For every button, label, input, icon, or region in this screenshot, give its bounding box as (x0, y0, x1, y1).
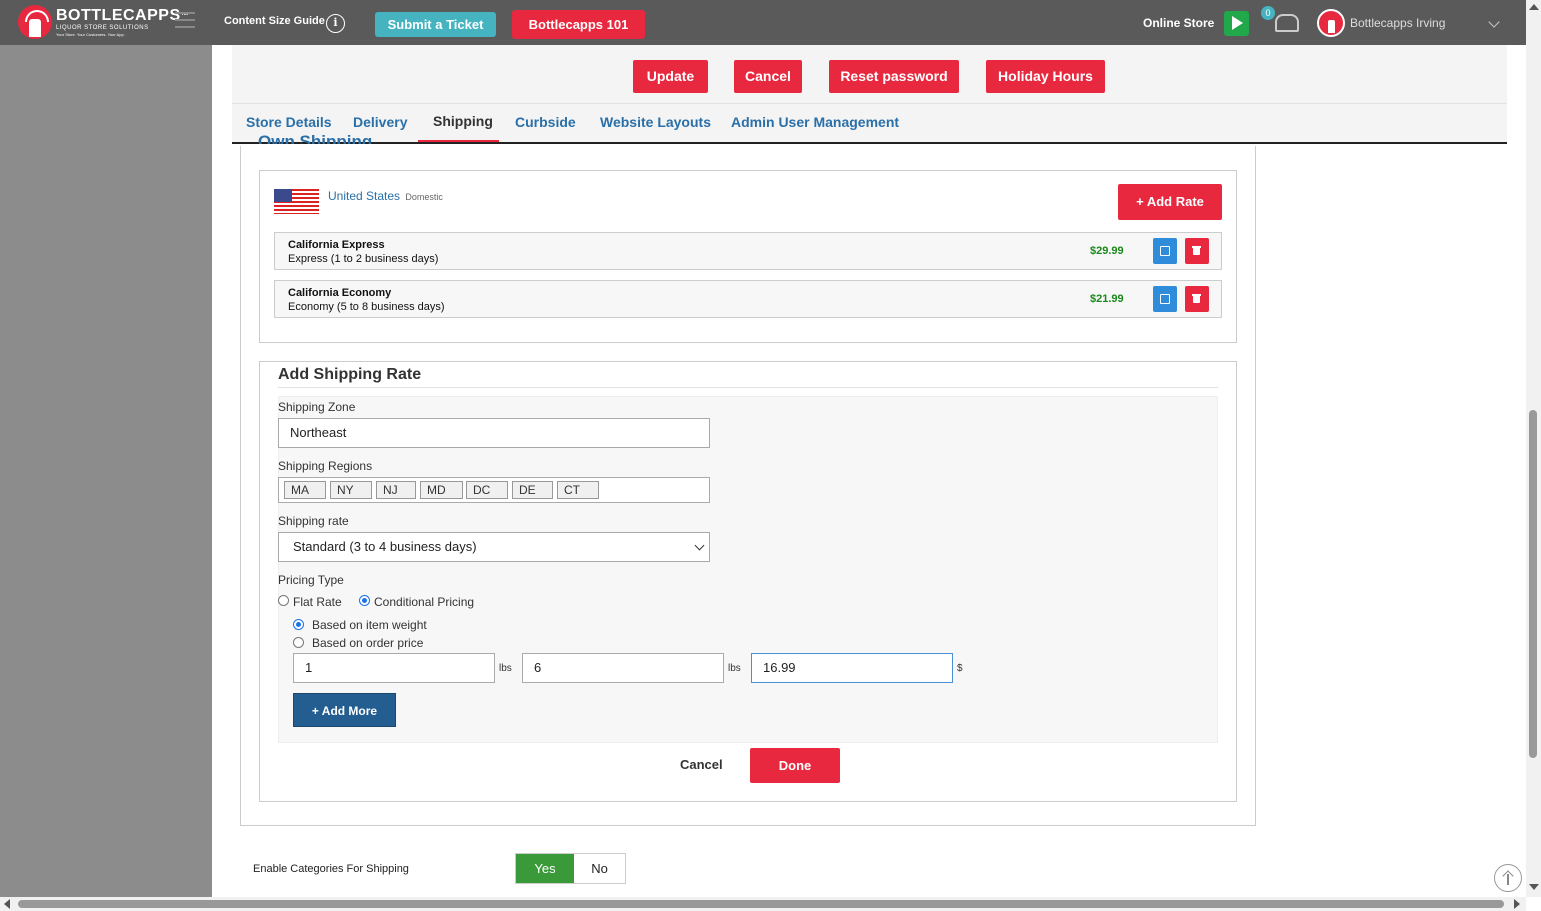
country-type: Domestic (405, 192, 443, 202)
scroll-left-arrow-icon[interactable] (4, 899, 10, 909)
cancel-button[interactable]: Cancel (734, 60, 802, 93)
rate-description: Express (1 to 2 business days) (288, 253, 439, 265)
scroll-down-arrow-icon[interactable] (1529, 884, 1539, 890)
region-chip[interactable]: NY (330, 481, 372, 499)
user-avatar[interactable] (1317, 9, 1345, 37)
info-icon[interactable]: i (326, 14, 345, 33)
chevron-down-icon[interactable] (1488, 16, 1500, 28)
vertical-scroll-thumb[interactable] (1529, 410, 1537, 758)
notification-tray-icon (1275, 14, 1299, 32)
scroll-to-top-icon[interactable] (1494, 864, 1522, 892)
region-chip[interactable]: DE (512, 481, 553, 499)
bottlecapps-logo-icon (18, 5, 52, 39)
based-on-weight-label[interactable]: Based on item weight (312, 618, 427, 632)
region-chip[interactable]: NJ (376, 481, 416, 499)
enable-categories-label: Enable Categories For Shipping (253, 863, 409, 875)
menu-toggle-icon[interactable] (175, 12, 195, 28)
brand-name: BOTTLECAPPS (56, 6, 181, 24)
shipping-rate-label: Shipping rate (278, 514, 349, 528)
country-label: United States Domestic (328, 189, 443, 203)
update-button[interactable]: Update (633, 60, 708, 93)
rate-row: California Economy Economy (5 to 8 busin… (274, 280, 1222, 318)
brand-subtitle: LIQUOR STORE SOLUTIONS (56, 24, 149, 31)
edit-rate-icon[interactable] (1153, 238, 1177, 264)
region-chip[interactable]: DC (466, 481, 508, 499)
enable-categories-toggle[interactable]: Yes No (515, 853, 626, 884)
bottlecapps-logo[interactable]: BOTTLECAPPS™ LIQUOR STORE SOLUTIONS Your… (18, 5, 189, 39)
edit-rate-icon[interactable] (1153, 286, 1177, 312)
based-on-weight-radio[interactable] (293, 619, 304, 630)
submit-ticket-button[interactable]: Submit a Ticket (375, 12, 496, 37)
bottlecapps-101-button[interactable]: Bottlecapps 101 (512, 10, 645, 39)
toggle-yes[interactable]: Yes (516, 854, 574, 883)
form-cancel-button[interactable]: Cancel (680, 757, 723, 772)
rate-price: $29.99 (1090, 245, 1124, 257)
toggle-no[interactable]: No (574, 854, 625, 883)
conditional-pricing-label[interactable]: Conditional Pricing (374, 595, 474, 609)
flat-rate-radio[interactable] (278, 595, 289, 606)
notifications-icon[interactable]: 0 (1261, 6, 1301, 36)
price-input[interactable]: 16.99 (751, 653, 953, 683)
chevron-down-icon (694, 540, 705, 551)
region-chip[interactable]: CT (557, 481, 599, 499)
horizontal-scroll-thumb[interactable] (18, 900, 1504, 908)
online-store-label: Online Store (1143, 16, 1215, 30)
done-button[interactable]: Done (750, 748, 840, 783)
scroll-right-arrow-icon[interactable] (1514, 899, 1520, 909)
country-name: United States (328, 189, 401, 203)
add-shipping-rate-title: Add Shipping Rate (278, 366, 422, 383)
based-on-price-radio[interactable] (293, 637, 304, 648)
max-weight-input[interactable]: 6 (522, 653, 724, 683)
top-navbar: BOTTLECAPPS™ LIQUOR STORE SOLUTIONS Your… (0, 0, 1526, 45)
user-name[interactable]: Bottlecapps Irving (1350, 16, 1445, 30)
tab-store-details[interactable]: Store Details (246, 114, 332, 130)
add-more-button[interactable]: + Add More (293, 693, 396, 727)
based-on-price-label[interactable]: Based on order price (312, 636, 423, 650)
tab-shipping[interactable]: Shipping (433, 113, 493, 129)
shipping-zone-label: Shipping Zone (278, 400, 356, 414)
min-weight-input[interactable]: 1 (293, 653, 495, 683)
rate-row: California Express Express (1 to 2 busin… (274, 232, 1222, 270)
delete-rate-icon[interactable] (1185, 286, 1209, 312)
vertical-scrollbar[interactable] (1526, 0, 1541, 897)
brand-tagline: Your Store. Your Customers. Your App. (56, 31, 125, 37)
holiday-hours-button[interactable]: Holiday Hours (986, 60, 1105, 93)
pricing-type-label: Pricing Type (278, 573, 344, 587)
store-action-panel: Update Cancel Reset password Holiday Hou… (232, 45, 1507, 144)
delete-rate-icon[interactable] (1185, 238, 1209, 264)
unit-label: lbs (499, 663, 512, 674)
region-chip[interactable]: MA (284, 481, 326, 499)
shipping-regions-input[interactable]: MA NY NJ MD DC DE CT (278, 477, 710, 503)
online-store-play-icon[interactable] (1224, 11, 1249, 36)
unit-label: $ (957, 663, 963, 674)
shipping-zone-input[interactable]: Northeast (278, 418, 710, 448)
own-shipping-title: Own Shipping (258, 132, 373, 144)
tab-admin-user-management[interactable]: Admin User Management (731, 114, 899, 130)
rate-name: California Economy (288, 287, 392, 299)
rate-description: Economy (5 to 8 business days) (288, 301, 445, 313)
tab-curbside[interactable]: Curbside (515, 114, 576, 130)
shipping-rate-selected: Standard (3 to 4 business days) (293, 539, 477, 554)
active-tab-indicator (418, 140, 499, 142)
region-chip[interactable]: MD (420, 481, 463, 499)
reset-password-button[interactable]: Reset password (829, 60, 959, 93)
conditional-pricing-radio[interactable] (359, 595, 370, 606)
unit-label: lbs (728, 663, 741, 674)
shipping-regions-label: Shipping Regions (278, 459, 373, 473)
us-flag-icon (274, 189, 319, 214)
rate-price: $21.99 (1090, 293, 1124, 305)
shipping-rate-select[interactable]: Standard (3 to 4 business days) (278, 532, 710, 562)
add-rate-button[interactable]: + Add Rate (1118, 184, 1222, 220)
tab-website-layouts[interactable]: Website Layouts (600, 114, 711, 130)
notification-count-badge: 0 (1261, 6, 1275, 20)
scroll-up-arrow-icon[interactable] (1529, 4, 1539, 10)
flat-rate-label[interactable]: Flat Rate (293, 595, 342, 609)
rate-name: California Express (288, 239, 385, 251)
add-rate-form (278, 396, 1218, 743)
left-sidebar (0, 45, 212, 897)
horizontal-scrollbar[interactable] (0, 897, 1526, 911)
tab-delivery[interactable]: Delivery (353, 114, 407, 130)
content-size-guide-link[interactable]: Content Size Guide (224, 15, 325, 27)
